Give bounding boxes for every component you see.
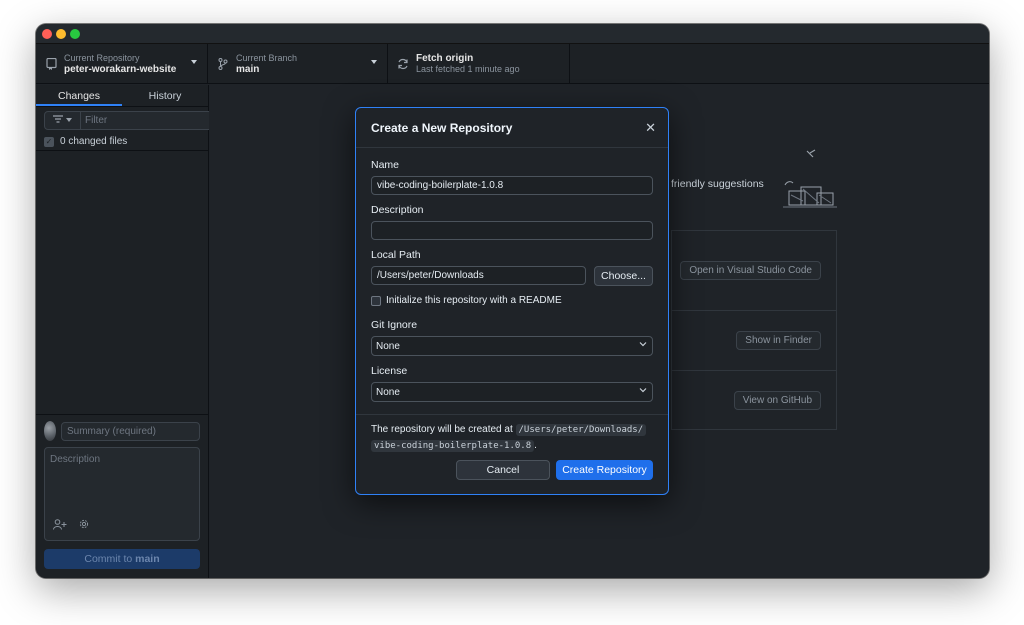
zoom-window-button[interactable] (70, 29, 80, 39)
show-in-finder-button[interactable]: Show in Finder (736, 331, 821, 350)
create-repository-dialog: Create a New Repository ✕ Name Descripti… (355, 107, 669, 495)
avatar (44, 421, 56, 441)
local-path-input[interactable] (371, 266, 586, 285)
filter-input[interactable] (81, 114, 217, 126)
footer-path-line-1: /Users/peter/Downloads/ (515, 424, 647, 436)
chevron-down-icon (66, 118, 72, 122)
description-input[interactable] (371, 221, 653, 240)
current-repository-value: peter-worakarn-website (64, 63, 177, 75)
readme-checkbox-row[interactable]: Initialize this repository with a README (371, 295, 653, 306)
fetch-origin-button[interactable]: Fetch origin Last fetched 1 minute ago (388, 44, 570, 83)
name-input[interactable] (371, 176, 653, 195)
branch-icon (216, 57, 230, 71)
dialog-footer: The repository will be created at /Users… (356, 414, 668, 494)
choose-path-button[interactable]: Choose... (594, 266, 653, 286)
current-branch-value: main (236, 63, 260, 75)
tab-changes[interactable]: Changes (36, 85, 122, 106)
local-path-label: Local Path (371, 249, 421, 261)
minimize-window-button[interactable] (56, 29, 66, 39)
current-branch-dropdown[interactable]: Current Branch main (208, 44, 388, 83)
filter-row (36, 107, 218, 133)
changed-files-row: ✓ 0 changed files (36, 133, 208, 151)
open-in-vscode-button[interactable]: Open in Visual Studio Code (680, 261, 821, 280)
filter-box (44, 110, 218, 130)
suggestions-text: friendly suggestions (671, 178, 764, 190)
footer-period: . (534, 440, 537, 451)
changed-files-count: 0 changed files (60, 136, 128, 147)
description-label: Description (371, 204, 424, 216)
chevron-down-icon (191, 60, 197, 64)
git-ignore-select[interactable]: None (371, 336, 653, 356)
create-repository-button[interactable]: Create Repository (556, 460, 653, 480)
license-select[interactable]: None (371, 382, 653, 402)
readme-checkbox[interactable] (371, 295, 381, 306)
current-repository-label: Current Repository (64, 52, 140, 63)
sidebar: Changes History ✓ 0 changed files (36, 85, 218, 578)
chevron-down-icon (371, 60, 377, 64)
select-all-checkbox[interactable]: ✓ (44, 136, 54, 147)
cancel-button[interactable]: Cancel (456, 460, 550, 480)
commit-area: Description Commit to main (36, 414, 208, 578)
dialog-title: Create a New Repository (371, 120, 513, 135)
filter-options-button[interactable] (45, 111, 81, 129)
summary-input[interactable] (61, 421, 200, 441)
sync-icon (396, 57, 410, 71)
tab-history[interactable]: History (122, 85, 208, 106)
toolbar: Current Repository peter-worakarn-websit… (36, 44, 989, 84)
name-label: Name (371, 159, 400, 171)
gear-icon[interactable] (79, 519, 89, 533)
show-finder-card: Show in Finder (671, 310, 837, 370)
suggestions-illustration (779, 147, 839, 211)
license-label: License (371, 365, 408, 377)
license-value: None (376, 386, 400, 398)
commit-button[interactable]: Commit to main (44, 549, 200, 569)
filter-icon (53, 114, 63, 126)
current-repository-dropdown[interactable]: Current Repository peter-worakarn-websit… (36, 44, 208, 83)
footer-path-line-2: vibe-coding-boilerplate-1.0.8 (371, 440, 535, 452)
view-on-github-button[interactable]: View on GitHub (733, 391, 821, 410)
last-fetched-text: Last fetched 1 minute ago (416, 63, 520, 74)
add-coauthor-icon[interactable] (53, 519, 67, 533)
description-placeholder: Description (50, 454, 101, 465)
git-ignore-label: Git Ignore (371, 319, 418, 331)
dialog-header: Create a New Repository ✕ (356, 108, 668, 148)
footer-text: The repository will be created at (371, 424, 513, 435)
fetch-origin-label: Fetch origin (416, 52, 474, 64)
chevron-down-icon (639, 386, 647, 396)
sidebar-tabs: Changes History (36, 85, 208, 107)
dialog-body: Name Description Local Path Choose... In… (356, 148, 668, 402)
creation-path-message: The repository will be created at /Users… (371, 422, 653, 454)
git-ignore-value: None (376, 340, 400, 352)
commit-button-branch: main (135, 553, 160, 565)
title-bar (36, 24, 989, 44)
close-icon[interactable]: ✕ (645, 120, 656, 136)
repository-icon (44, 57, 58, 71)
commit-button-prefix: Commit to (84, 553, 133, 565)
close-window-button[interactable] (42, 29, 52, 39)
description-textarea[interactable]: Description (44, 447, 200, 541)
view-github-card: View on GitHub (671, 370, 837, 430)
readme-checkbox-label: Initialize this repository with a README (386, 295, 562, 306)
current-branch-label: Current Branch (236, 52, 298, 63)
chevron-down-icon (639, 340, 647, 350)
open-editor-card: Open in Visual Studio Code (671, 230, 837, 290)
